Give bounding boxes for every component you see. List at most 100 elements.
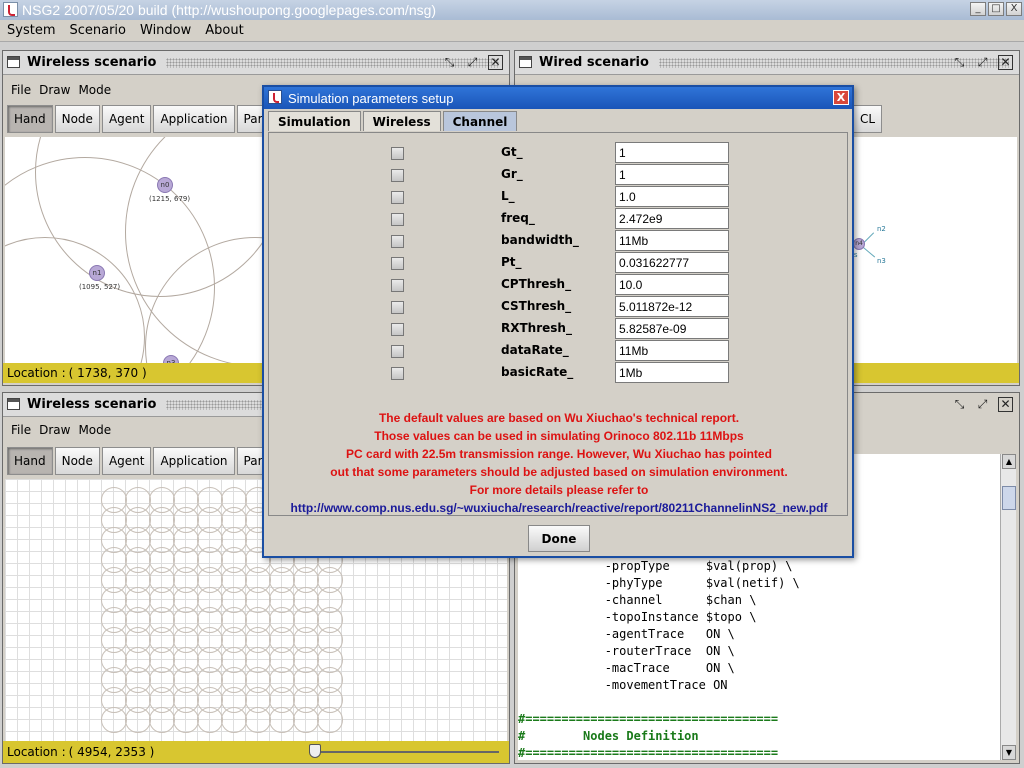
param-row: CPThresh_ 10.0	[269, 274, 849, 296]
menu-file[interactable]: File	[7, 83, 35, 97]
zoom-slider-track[interactable]	[309, 751, 499, 753]
menu-scenario[interactable]: Scenario	[62, 23, 133, 38]
param-value-field[interactable]: 0.031622777	[615, 252, 729, 273]
iconify-icon[interactable]: ⤡	[442, 55, 457, 70]
param-checkbox[interactable]	[391, 323, 404, 336]
grid-node[interactable]	[173, 707, 199, 733]
tab-wireless[interactable]: Wireless	[362, 111, 441, 131]
location-value: ( 1738, 370 )	[68, 366, 147, 380]
iconify-icon[interactable]: ⤡	[952, 55, 967, 70]
grid-node[interactable]	[293, 707, 319, 733]
zoom-slider-thumb[interactable]	[309, 744, 321, 758]
window-title-bar[interactable]: Wired scenario	[515, 51, 1019, 75]
param-checkbox[interactable]	[391, 191, 404, 204]
menu-file[interactable]: File	[7, 423, 35, 437]
param-row: Pt_ 0.031622777	[269, 252, 849, 274]
param-label: dataRate_	[501, 343, 569, 357]
param-value-field[interactable]: 5.82587e-09	[615, 318, 729, 339]
location-label: Location :	[7, 366, 66, 380]
iconify-icon[interactable]: ⤡	[952, 397, 967, 412]
window-title: Wireless scenario	[27, 55, 157, 70]
scroll-thumb[interactable]	[1002, 486, 1016, 510]
grid-node[interactable]	[101, 707, 127, 733]
grid-node[interactable]	[269, 707, 295, 733]
report-link[interactable]: http://www.comp.nus.edu.sg/~wuxiucha/res…	[269, 499, 849, 517]
menu-system[interactable]: System	[0, 23, 62, 38]
param-checkbox[interactable]	[391, 257, 404, 270]
node-tool-button[interactable]: Node	[54, 105, 100, 133]
param-value-field[interactable]: 5.011872e-12	[615, 296, 729, 317]
note-line: PC card with 22.5m transmission range. H…	[346, 447, 772, 461]
param-row: dataRate_ 11Mb	[269, 340, 849, 362]
tab-channel[interactable]: Channel	[442, 111, 518, 131]
done-button[interactable]: Done	[528, 525, 590, 552]
wired-toolbar-button[interactable]: CL	[853, 105, 883, 133]
window-title: Wired scenario	[539, 55, 649, 70]
close-icon[interactable]: ✕	[488, 55, 503, 70]
param-value-field[interactable]: 2.472e9	[615, 208, 729, 229]
location-value: ( 4954, 2353 )	[68, 745, 155, 759]
param-row: freq_ 2.472e9	[269, 208, 849, 230]
param-checkbox[interactable]	[391, 279, 404, 292]
menu-mode[interactable]: Mode	[74, 83, 115, 97]
scroll-up-icon[interactable]: ▲	[1002, 454, 1016, 469]
application-tool-button[interactable]: Application	[153, 105, 235, 133]
maximize-icon[interactable]: ⤢	[975, 55, 990, 70]
grid-node[interactable]	[245, 707, 271, 733]
node-n1[interactable]: n1	[89, 265, 105, 281]
dialog-close-button[interactable]: X	[833, 90, 849, 105]
param-value-field[interactable]: 11Mb	[615, 230, 729, 251]
application-tool-button[interactable]: Application	[153, 447, 235, 475]
param-checkbox[interactable]	[391, 235, 404, 248]
param-checkbox[interactable]	[391, 345, 404, 358]
param-checkbox[interactable]	[391, 169, 404, 182]
menu-window[interactable]: Window	[133, 23, 198, 38]
param-checkbox[interactable]	[391, 367, 404, 380]
agent-tool-button[interactable]: Agent	[101, 105, 152, 133]
tab-simulation[interactable]: Simulation	[268, 111, 361, 131]
param-label: basicRate_	[501, 365, 574, 379]
param-value-field[interactable]: 1	[615, 164, 729, 185]
window-icon	[519, 56, 532, 68]
param-row: basicRate_ 1Mb	[269, 362, 849, 384]
maximize-icon[interactable]: ⤢	[975, 397, 990, 412]
dialog-title-bar[interactable]: Simulation parameters setup	[264, 87, 852, 109]
param-value-field[interactable]: 11Mb	[615, 340, 729, 361]
code-scrollbar[interactable]: ▲ ▼	[1000, 454, 1016, 760]
grid-node[interactable]	[221, 707, 247, 733]
maximize-icon[interactable]: ⤢	[465, 55, 480, 70]
grid-node[interactable]	[197, 707, 223, 733]
status-bar: Location : ( 4954, 2353 )	[3, 741, 509, 763]
grid-node[interactable]	[149, 707, 175, 733]
param-row: Gr_ 1	[269, 164, 849, 186]
menu-draw[interactable]: Draw	[35, 83, 74, 97]
param-checkbox[interactable]	[391, 147, 404, 160]
param-label: Pt_	[501, 255, 522, 269]
node-tool-button[interactable]: Node	[54, 447, 100, 475]
grid-node[interactable]	[317, 707, 343, 733]
param-value-field[interactable]: 1	[615, 142, 729, 163]
maximize-button[interactable]: □	[988, 2, 1004, 16]
close-icon[interactable]: ✕	[998, 397, 1013, 412]
param-value-field[interactable]: 1.0	[615, 186, 729, 207]
minimize-button[interactable]: _	[970, 2, 986, 16]
hand-tool-button[interactable]: Hand	[7, 447, 53, 475]
window-icon	[7, 56, 20, 68]
param-value-field[interactable]: 1Mb	[615, 362, 729, 383]
window-title-bar[interactable]: Wireless scenario	[3, 51, 509, 75]
menu-mode[interactable]: Mode	[74, 423, 115, 437]
close-icon[interactable]: ✕	[998, 55, 1013, 70]
scroll-down-icon[interactable]: ▼	[1002, 745, 1016, 760]
wired-node[interactable]: n4	[853, 238, 865, 250]
agent-tool-button[interactable]: Agent	[101, 447, 152, 475]
param-label: bandwidth_	[501, 233, 579, 247]
node-n0[interactable]: n0	[157, 177, 173, 193]
menu-about[interactable]: About	[198, 23, 250, 38]
param-checkbox[interactable]	[391, 213, 404, 226]
hand-tool-button[interactable]: Hand	[7, 105, 53, 133]
menu-draw[interactable]: Draw	[35, 423, 74, 437]
grid-node[interactable]	[125, 707, 151, 733]
param-value-field[interactable]: 10.0	[615, 274, 729, 295]
param-checkbox[interactable]	[391, 301, 404, 314]
close-button[interactable]: X	[1006, 2, 1022, 16]
